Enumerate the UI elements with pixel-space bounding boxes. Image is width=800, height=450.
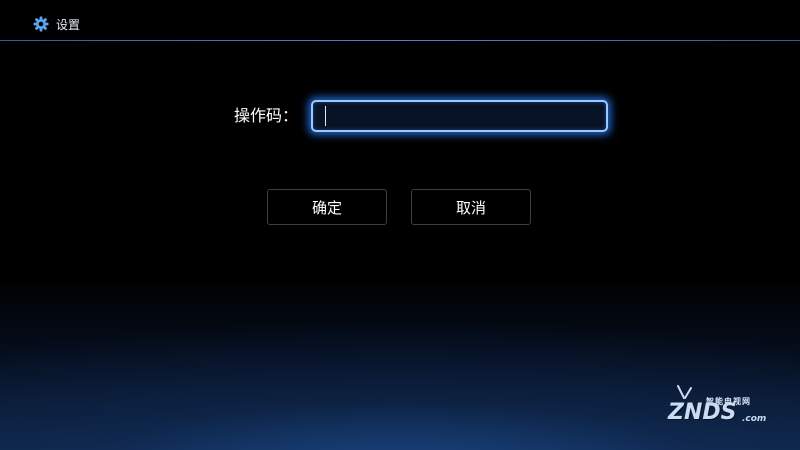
watermark-domain-suffix: .com <box>742 414 767 424</box>
watermark-brand: ZNDS <box>668 400 737 425</box>
page-title: 设置 <box>56 18 81 32</box>
text-cursor <box>325 106 326 126</box>
operation-code-label: 操作码： <box>233 106 298 125</box>
tv-antenna-icon <box>674 384 694 399</box>
gear-icon[interactable] <box>33 16 49 32</box>
cancel-button[interactable]: 取消 <box>411 189 531 225</box>
operation-code-input[interactable] <box>311 100 608 132</box>
confirm-button[interactable]: 确定 <box>267 189 387 225</box>
znds-watermark: 智能电视网 ZNDS .com <box>668 384 780 434</box>
header-divider <box>0 40 800 41</box>
header-bar: 设置 <box>0 0 800 40</box>
